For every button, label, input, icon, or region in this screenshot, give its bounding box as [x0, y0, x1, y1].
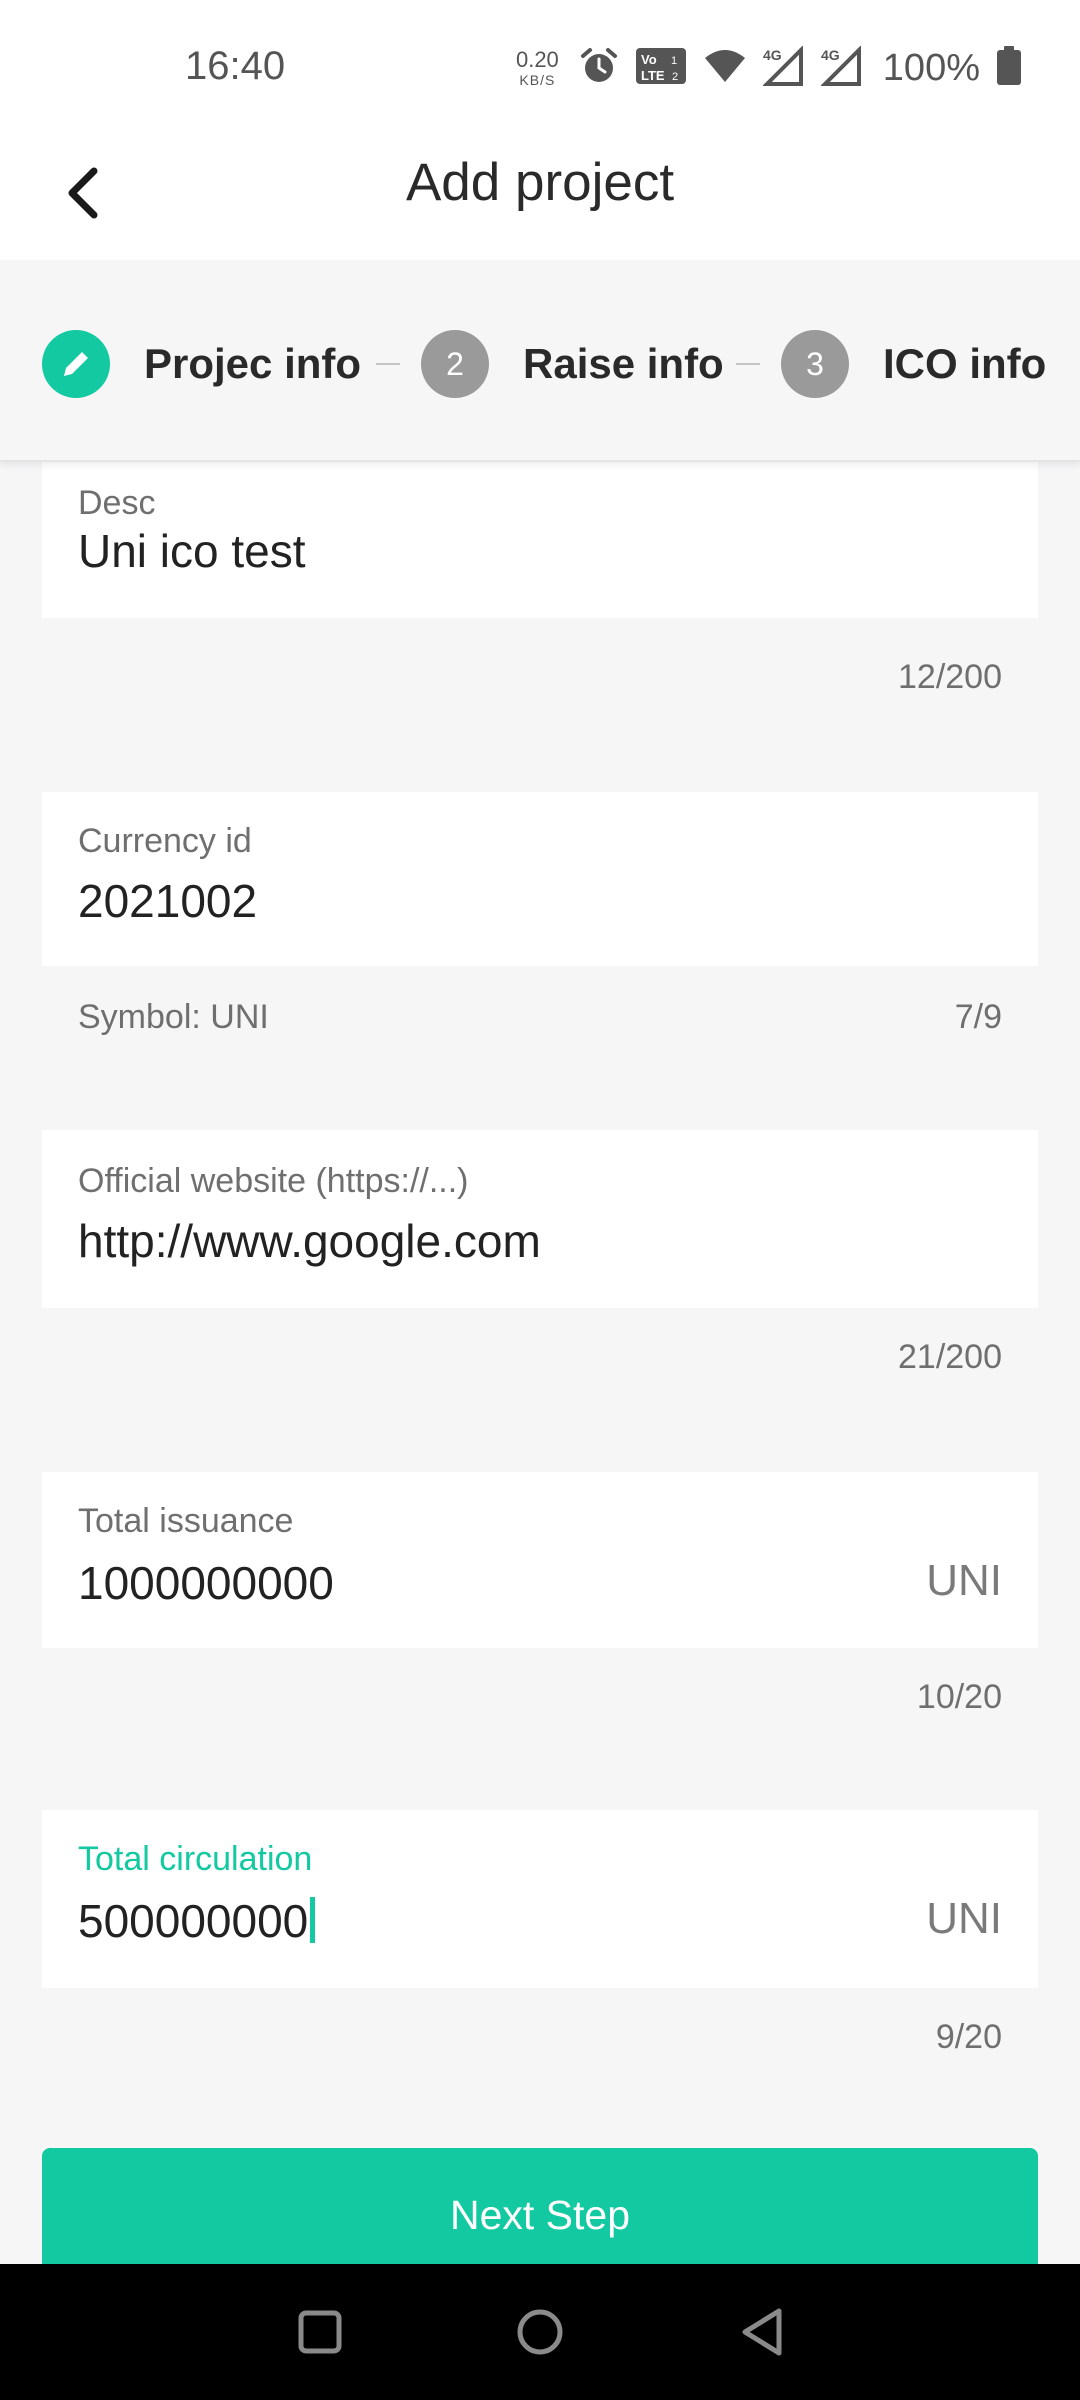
wifi-icon [703, 48, 747, 89]
currency-id-counter: 7/9 [954, 998, 1002, 1036]
total-issuance-counter: 10/20 [916, 1678, 1002, 1716]
step-1-circle [42, 330, 110, 398]
desc-label: Desc [78, 484, 156, 522]
signal-4g-icon: 4G [761, 44, 805, 91]
home-button[interactable] [500, 2292, 580, 2372]
step-3-label: ICO info [883, 340, 1047, 387]
next-step-button[interactable]: Next Step [42, 2148, 1038, 2278]
website-counter: 21/200 [898, 1338, 1002, 1376]
total-issuance-label: Total issuance [78, 1502, 294, 1540]
recent-apps-button[interactable] [280, 2292, 360, 2372]
website-field[interactable]: Official website (https://...) http://ww… [42, 1130, 1038, 1308]
desc-counter: 12/200 [898, 658, 1002, 696]
desc-field[interactable]: Desc Uni ico test [42, 462, 1038, 618]
step-separator [736, 363, 760, 365]
status-icons: 0.20 KB/S Vo LTE 1 2 4G 4G 100% [516, 40, 1022, 96]
battery-percentage: 100% [882, 46, 980, 89]
step-1-label: Projec info [144, 340, 362, 387]
website-input[interactable]: http://www.google.com [78, 1214, 541, 1268]
step-separator [376, 363, 400, 365]
svg-text:2: 2 [672, 71, 678, 83]
form-scroll-area[interactable]: Desc Uni ico test 12/200 Currency id 202… [0, 462, 1080, 2264]
website-label: Official website (https://...) [78, 1162, 469, 1200]
volte-icon: Vo LTE 1 2 [635, 47, 687, 90]
text-cursor [310, 1897, 316, 1943]
step-indicator: Projec info 2 Raise info 3 ICO info [0, 260, 1080, 462]
network-speed: 0.20 KB/S [515, 47, 559, 88]
currency-id-field[interactable]: Currency id 2021002 [42, 792, 1038, 966]
status-bar: 16:40 0.20 KB/S Vo LTE 1 2 4G 4G 100% [0, 0, 1080, 130]
system-navigation-bar [0, 2264, 1080, 2400]
pencil-icon [64, 352, 88, 376]
total-circulation-value: 500000000 [78, 1895, 309, 1947]
square-icon [298, 2310, 342, 2354]
battery-icon [996, 45, 1022, 91]
total-issuance-input[interactable]: 1000000000 [78, 1556, 334, 1610]
svg-text:4G: 4G [763, 47, 782, 63]
currency-id-label: Currency id [78, 822, 252, 860]
step-ico-info: 3 ICO info [781, 330, 1046, 398]
step-3-circle: 3 [781, 330, 849, 398]
currency-id-input[interactable]: 2021002 [78, 874, 257, 928]
svg-text:4G: 4G [821, 47, 840, 63]
triangle-back-icon [742, 2308, 782, 2356]
step-2-circle: 2 [421, 330, 489, 398]
total-circulation-label: Total circulation [78, 1840, 313, 1878]
total-issuance-field[interactable]: Total issuance 1000000000 UNI [42, 1472, 1038, 1648]
total-issuance-unit: UNI [926, 1556, 1002, 1605]
total-circulation-unit: UNI [926, 1894, 1002, 1943]
step-raise-info: 2 Raise info [421, 330, 724, 398]
page-title: Add project [405, 153, 675, 212]
svg-text:LTE: LTE [641, 68, 665, 83]
circle-icon [517, 2309, 563, 2355]
step-project-info: Projec info [42, 330, 361, 398]
svg-text:1: 1 [671, 55, 677, 67]
total-circulation-input[interactable]: 500000000 [78, 1894, 316, 1948]
svg-text:Vo: Vo [641, 52, 657, 67]
network-speed-value: 0.20 [515, 47, 559, 72]
status-time: 16:40 [185, 44, 286, 88]
total-circulation-counter: 9/20 [935, 2018, 1002, 2056]
desc-input[interactable]: Uni ico test [78, 524, 306, 578]
app-header: Add project [0, 130, 1080, 260]
currency-symbol-hint: Symbol: UNI [78, 998, 269, 1036]
step-2-label: Raise info [523, 340, 724, 387]
alarm-icon [579, 46, 619, 91]
total-circulation-field[interactable]: Total circulation 500000000 UNI [42, 1810, 1038, 1988]
signal-4g-icon: 4G [819, 44, 863, 91]
back-nav-button[interactable] [722, 2292, 802, 2372]
network-speed-unit: KB/S [519, 72, 556, 88]
